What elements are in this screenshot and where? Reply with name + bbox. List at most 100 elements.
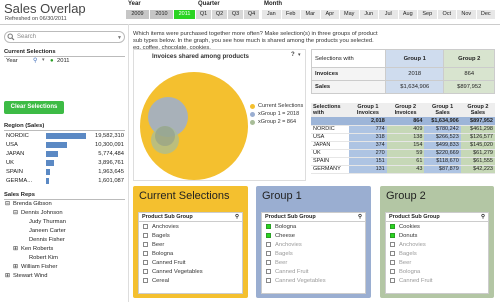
month-cell[interactable]: Sep — [418, 10, 438, 19]
search-icon[interactable]: ⚲ — [481, 214, 485, 220]
region-row[interactable]: JAPAN 5,774,484 — [6, 149, 124, 158]
list-item[interactable]: Bagels — [139, 231, 242, 240]
quarter-filter[interactable]: Q1 Q2 Q3 Q4 — [196, 10, 260, 19]
checkbox[interactable] — [266, 260, 271, 265]
table-row[interactable]: SPAIN 151 61 $118,670 $61,555 — [311, 157, 495, 166]
tree-item[interactable]: ⊞ William Fisher — [5, 263, 125, 272]
list-item[interactable]: Anchovies — [262, 240, 365, 249]
month-cell[interactable]: Nov — [457, 10, 477, 19]
checkbox[interactable] — [143, 233, 148, 238]
checkbox[interactable] — [390, 224, 395, 229]
chevron-down-icon[interactable]: ▼ — [117, 35, 122, 41]
collapse-icon[interactable]: ⊟ — [5, 200, 13, 209]
checkbox[interactable] — [143, 269, 148, 274]
list-item[interactable]: Canned Fruit — [386, 276, 488, 285]
checkbox[interactable] — [390, 269, 395, 274]
checkbox[interactable] — [390, 278, 395, 283]
list-item[interactable]: Bologna — [139, 249, 242, 258]
table-row[interactable]: USA 318 138 $266,523 $126,577 — [311, 133, 495, 142]
year-cell[interactable]: 2009 — [126, 10, 150, 19]
list-item[interactable]: Donuts — [386, 231, 488, 240]
expand-icon[interactable]: ⊞ — [5, 272, 13, 281]
checkbox[interactable] — [266, 242, 271, 247]
list-item[interactable]: Anchovies — [139, 222, 242, 231]
chevron-down-icon[interactable]: ▾ — [42, 57, 45, 63]
checkbox[interactable] — [143, 251, 148, 256]
clear-selections-button[interactable]: Clear Selections — [4, 101, 64, 114]
sales-reps-tree[interactable]: ⊟ Brenda Gibson ⊟ Dennis Johnson Judy Thurma… — [5, 200, 125, 281]
product-sub-group-listbox[interactable]: Product Sub Group ⚲ Cookies Donuts Anchovies… — [385, 212, 489, 294]
checkbox[interactable] — [390, 251, 395, 256]
tree-item[interactable]: ⊟ Brenda Gibson — [5, 200, 125, 209]
list-item[interactable]: Bagels — [386, 249, 488, 258]
list-item[interactable]: Canned Fruit — [262, 267, 365, 276]
checkbox[interactable] — [266, 278, 271, 283]
product-sub-group-listbox[interactable]: Product Sub Group ⚲ Bologna Cheese Anchovies… — [261, 212, 366, 294]
list-item[interactable]: Beer — [139, 240, 242, 249]
checkbox[interactable] — [390, 233, 395, 238]
tree-item[interactable]: ⊞ Stewart Wind — [5, 272, 125, 281]
month-cell[interactable]: Aug — [398, 10, 418, 19]
search-icon[interactable]: ⚲ — [358, 214, 362, 220]
checkbox[interactable] — [143, 278, 148, 283]
region-row[interactable]: USA 10,300,091 — [6, 140, 124, 149]
region-row[interactable]: SPAIN 1,963,645 — [6, 167, 124, 176]
month-cell[interactable]: May — [340, 10, 360, 19]
list-item[interactable]: Bagels — [262, 249, 365, 258]
tree-item[interactable]: ⊟ Dennis Johnson — [5, 209, 125, 218]
expand-icon[interactable]: ⊞ — [13, 245, 21, 254]
list-item[interactable]: Anchovies — [386, 240, 488, 249]
tree-item[interactable]: Janeen Carter — [5, 227, 125, 236]
month-cell[interactable]: Jan — [262, 10, 282, 19]
list-item[interactable]: Canned Fruit — [139, 258, 242, 267]
table-row[interactable]: UK 270 59 $220,669 $61,279 — [311, 149, 495, 158]
month-cell[interactable]: Jun — [359, 10, 379, 19]
table-row[interactable]: NORDIC 774 409 $780,242 $461,298 — [311, 125, 495, 134]
quarter-cell[interactable]: Q3 — [228, 10, 244, 19]
checkbox[interactable] — [390, 242, 395, 247]
region-row[interactable]: NORDIC 19,582,310 — [6, 131, 124, 140]
list-item[interactable]: Beer — [386, 258, 488, 267]
month-cell[interactable]: Mar — [301, 10, 321, 19]
region-row[interactable]: UK 3,896,761 — [6, 158, 124, 167]
region-row[interactable]: GERMA... 1,601,087 — [6, 176, 124, 185]
year-cell-selected[interactable]: 2011 — [174, 10, 196, 19]
checkbox[interactable] — [390, 260, 395, 265]
year-filter[interactable]: 2009 2010 2011 — [126, 10, 196, 19]
chevron-down-icon[interactable]: ▾ — [298, 52, 301, 58]
quarter-cell[interactable]: Q1 — [196, 10, 212, 19]
list-item[interactable]: Cookies — [386, 222, 488, 231]
product-sub-group-listbox[interactable]: Product Sub Group ⚲ Anchovies Bagels Beer Bol… — [138, 212, 243, 294]
month-cell[interactable]: Jul — [379, 10, 399, 19]
tree-item[interactable]: Robert Kim — [5, 254, 125, 263]
search-icon[interactable]: ⚲ — [235, 214, 239, 220]
list-item[interactable]: Canned Vegetables — [262, 276, 365, 285]
quarter-cell[interactable]: Q4 — [244, 10, 260, 19]
checkbox[interactable] — [143, 242, 148, 247]
expand-icon[interactable]: ⊞ — [13, 263, 21, 272]
table-row[interactable]: JAPAN 374 154 $499,833 $145,020 — [311, 141, 495, 150]
checkbox[interactable] — [143, 260, 148, 265]
help-icon[interactable]: ? — [291, 52, 295, 58]
month-cell[interactable]: Dec — [476, 10, 496, 19]
checkbox[interactable] — [266, 233, 271, 238]
tree-item[interactable]: Judy Thurman — [5, 218, 125, 227]
checkbox[interactable] — [266, 224, 271, 229]
checkbox[interactable] — [143, 224, 148, 229]
list-item[interactable]: Beer — [262, 258, 365, 267]
filter-icon[interactable]: ⚲ — [33, 57, 37, 64]
month-cell[interactable]: Oct — [437, 10, 457, 19]
month-filter[interactable]: Jan Feb Mar Apr May Jun Jul Aug Sep Oct … — [262, 10, 496, 19]
table-row[interactable]: GERMANY 131 43 $87,879 $42,223 — [311, 165, 495, 174]
month-cell[interactable]: Apr — [320, 10, 340, 19]
tree-item[interactable]: ⊞ Ken Roberts — [5, 245, 125, 254]
quarter-cell[interactable]: Q2 — [212, 10, 228, 19]
checkbox[interactable] — [266, 269, 271, 274]
list-item[interactable]: Canned Vegetables — [139, 267, 242, 276]
month-cell[interactable]: Feb — [281, 10, 301, 19]
list-item[interactable]: Cereal — [139, 276, 242, 285]
collapse-icon[interactable]: ⊟ — [13, 209, 21, 218]
checkbox[interactable] — [266, 251, 271, 256]
tree-item[interactable]: Dennis Fisher — [5, 236, 125, 245]
search-input[interactable]: Search — [4, 31, 125, 43]
